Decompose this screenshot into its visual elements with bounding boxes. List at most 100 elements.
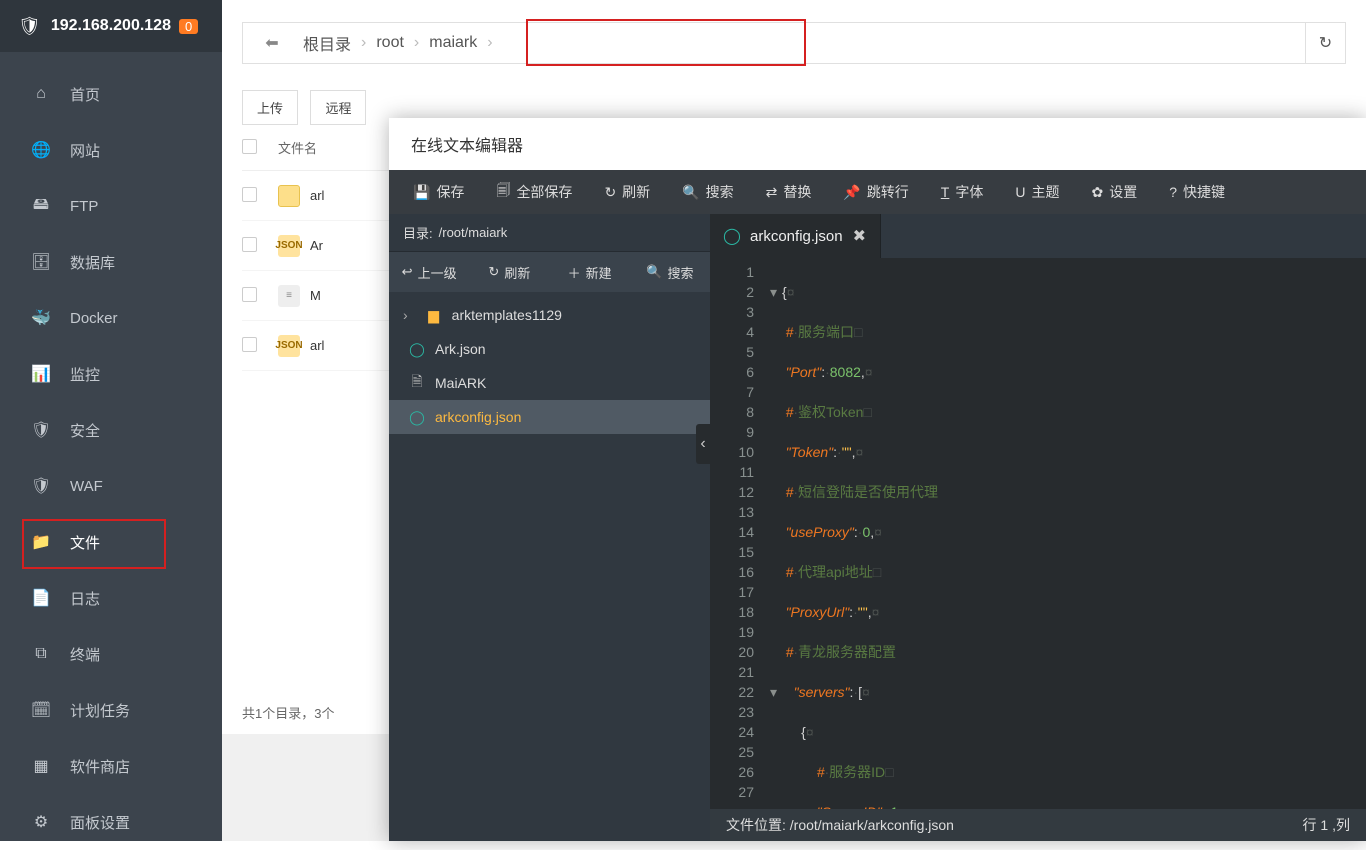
sidebar-item-security[interactable]: 🛡安全 <box>0 402 222 458</box>
sidebar-item-monitor[interactable]: 📊 监控 <box>0 346 222 402</box>
breadcrumb-seg-root[interactable]: root <box>376 34 404 52</box>
select-all-checkbox[interactable] <box>242 139 278 157</box>
line-gutter: 1234567891011121314151617181920212223242… <box>710 258 764 809</box>
back-button[interactable]: ⬅ <box>255 33 289 53</box>
tree-item-maiark[interactable]: 🗎MaiARK <box>389 366 710 400</box>
sidebar-item-label: 安全 <box>70 420 100 441</box>
editor-toolbar: 💾保存 🗐全部保存 ↻刷新 🔍搜索 ⇄替换 📌跳转行 T字体 U主题 ✿设置 ?… <box>389 170 1366 214</box>
notification-badge[interactable]: 0 <box>179 19 198 34</box>
sidebar-item-label: 首页 <box>70 84 100 105</box>
ark-icon: ◯ <box>724 226 740 246</box>
tree-item-folder[interactable]: ▆arktemplates1129 <box>389 298 710 332</box>
row-checkbox[interactable] <box>242 287 278 305</box>
file-tree-pane: 目录: /root/maiark ↩上一级 ↻刷新 ＋新建 🔍搜索 ▆arkte… <box>389 214 710 841</box>
editor-body: 目录: /root/maiark ↩上一级 ↻刷新 ＋新建 🔍搜索 ▆arkte… <box>389 214 1366 841</box>
monitor-icon: 📊 <box>30 364 52 384</box>
tree-up-button[interactable]: ↩上一级 <box>389 263 469 282</box>
sidebar-item-label: 监控 <box>70 364 100 385</box>
sidebar-item-waf[interactable]: 🛡WAF <box>0 458 222 514</box>
hotkey-button[interactable]: ?快捷键 <box>1153 170 1241 214</box>
tree-item-arkjson[interactable]: ◯Ark.json <box>389 332 710 366</box>
row-checkbox[interactable] <box>242 337 278 355</box>
sidebar-item-logs[interactable]: 📄日志 <box>0 570 222 626</box>
row-checkbox[interactable] <box>242 237 278 255</box>
code-lines[interactable]: ▾{¤ #·服务端口□ "Port":·8082,¤ #·鉴权Token□ "T… <box>764 258 1366 809</box>
theme-icon: U <box>1015 184 1025 200</box>
file-name: Ar <box>310 238 323 253</box>
font-button[interactable]: T字体 <box>925 170 1000 214</box>
file-name: arl <box>310 188 324 203</box>
collapse-tree-button[interactable]: ‹ <box>696 424 710 464</box>
sidebar-item-settings[interactable]: ⚙面板设置 <box>0 794 222 850</box>
settings-button[interactable]: ✿设置 <box>1075 170 1153 214</box>
row-checkbox[interactable] <box>242 187 278 205</box>
docker-icon: 🐳 <box>30 308 52 328</box>
refresh-button[interactable]: ↻刷新 <box>588 170 666 214</box>
sidebar-menu: ⌂首页 🌐网站 🖴FTP 🗄数据库 🐳Docker 📊监控 🛡安全 🛡WAF 📁… <box>0 52 222 850</box>
sidebar-item-label: 计划任务 <box>70 700 130 721</box>
sidebar-item-label: 数据库 <box>70 252 115 273</box>
tree-item-arkconfig[interactable]: ◯arkconfig.json <box>389 400 710 434</box>
terminal-icon: ⧉ <box>30 645 52 663</box>
breadcrumb-root[interactable]: 根目录 <box>303 31 351 55</box>
breadcrumb-row: ⬅ 根目录 › root › maiark › ↻ <box>222 0 1366 74</box>
sidebar-item-docker[interactable]: 🐳 Docker <box>0 290 222 346</box>
replace-icon: ⇄ <box>766 184 778 201</box>
refresh-button[interactable]: ↻ <box>1305 23 1345 63</box>
folder-icon: ▆ <box>426 307 442 324</box>
apps-icon: ▦ <box>30 756 52 776</box>
tab-label: arkconfig.json <box>750 228 843 245</box>
sidebar-header: 🛡 192.168.200.128 0 <box>0 0 222 52</box>
chevron-icon: › <box>361 34 366 52</box>
sidebar-item-home[interactable]: ⌂首页 <box>0 66 222 122</box>
breadcrumb: ⬅ 根目录 › root › maiark › ↻ <box>242 22 1346 64</box>
tree-path: 目录: /root/maiark <box>389 214 710 252</box>
tree-toolbar: ↩上一级 ↻刷新 ＋新建 🔍搜索 <box>389 252 710 292</box>
sidebar-item-appstore[interactable]: ▦软件商店 <box>0 738 222 794</box>
sidebar-item-label: 终端 <box>70 644 100 665</box>
status-cursor-pos: 行 1 ,列 <box>1303 815 1350 835</box>
search-button[interactable]: 🔍搜索 <box>666 170 749 214</box>
sidebar-item-ftp[interactable]: 🖴FTP <box>0 178 222 234</box>
tree-list: ▆arktemplates1129 ◯Ark.json 🗎MaiARK ◯ark… <box>389 292 710 440</box>
remote-download-button[interactable]: 远程 <box>310 90 366 125</box>
search-icon: 🔍 <box>646 264 662 280</box>
tree-item-label: Ark.json <box>435 341 486 357</box>
sidebar-item-cron[interactable]: 🗓计划任务 <box>0 682 222 738</box>
close-tab-button[interactable]: ✖ <box>853 226 866 246</box>
json-icon: JSON <box>278 235 300 257</box>
replace-button[interactable]: ⇄替换 <box>750 170 828 214</box>
theme-button[interactable]: U主题 <box>999 170 1075 214</box>
tree-new-button[interactable]: ＋新建 <box>550 263 630 282</box>
sidebar-item-terminal[interactable]: ⧉ 终端 <box>0 626 222 682</box>
goto-line-button[interactable]: 📌跳转行 <box>827 170 924 214</box>
status-filepath: 文件位置: /root/maiark/arkconfig.json <box>726 815 954 835</box>
tree-refresh-button[interactable]: ↻刷新 <box>469 263 549 282</box>
text-icon: ≡ <box>278 285 300 307</box>
file-name: arl <box>310 338 324 353</box>
globe-icon: 🌐 <box>30 140 52 160</box>
gear-icon: ✿ <box>1091 184 1103 201</box>
sidebar-item-label: 网站 <box>70 140 100 161</box>
sidebar-item-label: WAF <box>70 478 103 495</box>
code-editor[interactable]: 1234567891011121314151617181920212223242… <box>710 258 1366 809</box>
breadcrumb-seg-maiark[interactable]: maiark <box>429 34 477 52</box>
sidebar-item-site[interactable]: 🌐 网站 <box>0 122 222 178</box>
sidebar-item-database[interactable]: 🗄数据库 <box>0 234 222 290</box>
json-icon: JSON <box>278 335 300 357</box>
pin-icon: 📌 <box>843 184 860 201</box>
editor-tab-arkconfig[interactable]: ◯ arkconfig.json ✖ <box>710 214 881 258</box>
save-all-button[interactable]: 🗐全部保存 <box>480 170 588 214</box>
save-button[interactable]: 💾保存 <box>397 170 480 214</box>
upload-button[interactable]: 上传 <box>242 90 298 125</box>
tree-item-label: arkconfig.json <box>435 409 521 425</box>
editor-title: 在线文本编辑器 <box>389 118 1366 170</box>
settings-icon: ⚙ <box>30 812 52 832</box>
editor-status-bar: 文件位置: /root/maiark/arkconfig.json 行 1 ,列 <box>710 809 1366 841</box>
tree-search-button[interactable]: 🔍搜索 <box>630 263 710 282</box>
sidebar-item-label: FTP <box>70 198 98 215</box>
plus-icon: ＋ <box>568 263 581 282</box>
sidebar-item-label: Docker <box>70 310 118 327</box>
up-icon: ↩ <box>402 264 413 280</box>
saveall-icon: 🗐 <box>496 180 510 204</box>
